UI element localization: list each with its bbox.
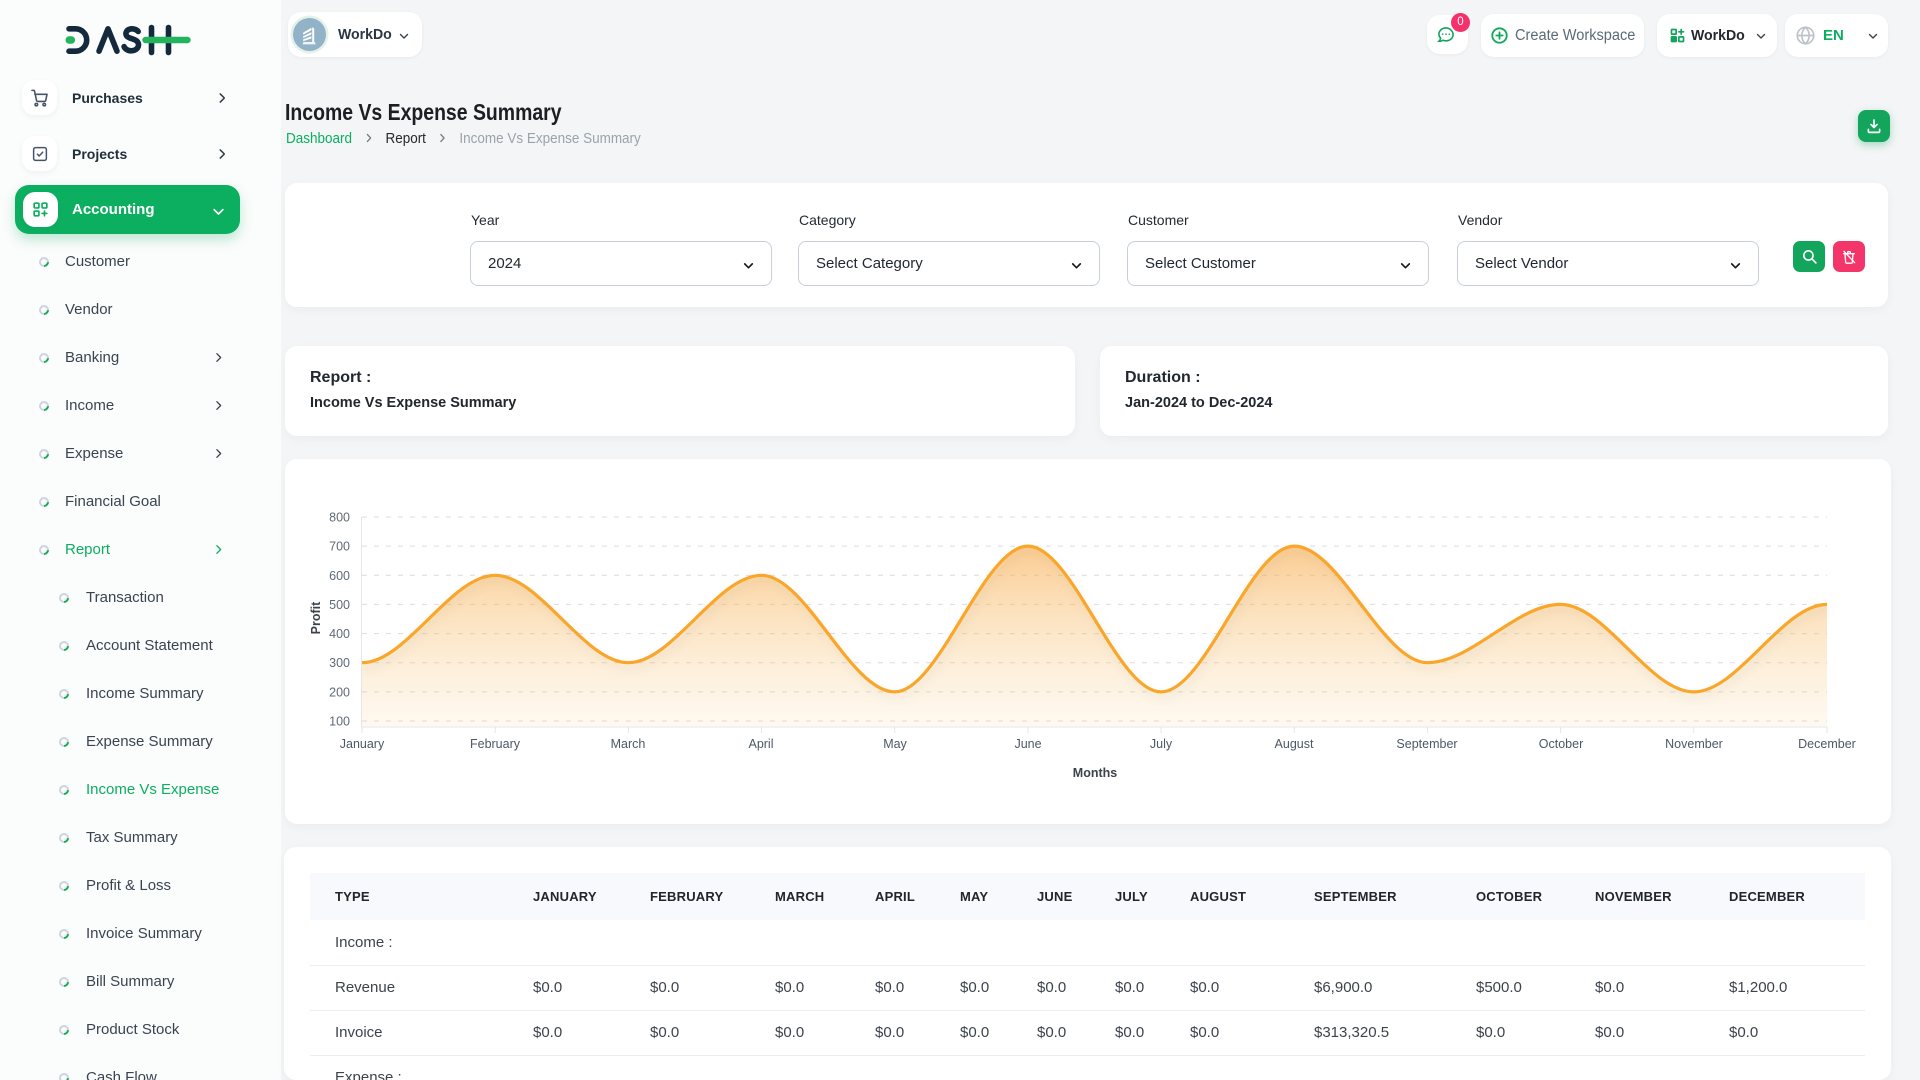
svg-text:May: May <box>883 737 907 751</box>
svg-text:100: 100 <box>329 715 350 729</box>
svg-text:600: 600 <box>329 569 350 583</box>
svg-text:Profit: Profit <box>309 601 323 634</box>
svg-text:700: 700 <box>329 540 350 554</box>
svg-text:300: 300 <box>329 656 350 670</box>
svg-text:April: April <box>748 737 773 751</box>
svg-text:August: August <box>1275 737 1314 751</box>
svg-text:500: 500 <box>329 598 350 612</box>
svg-text:January: January <box>340 737 385 751</box>
svg-text:December: December <box>1798 737 1856 751</box>
svg-text:November: November <box>1665 737 1723 751</box>
svg-text:September: September <box>1396 737 1457 751</box>
svg-text:200: 200 <box>329 685 350 699</box>
svg-text:March: March <box>611 737 646 751</box>
svg-text:June: June <box>1014 737 1041 751</box>
svg-text:Months: Months <box>1073 766 1117 780</box>
svg-text:July: July <box>1150 737 1173 751</box>
svg-text:400: 400 <box>329 627 350 641</box>
svg-text:800: 800 <box>329 511 350 525</box>
svg-text:October: October <box>1539 737 1583 751</box>
svg-text:February: February <box>470 737 521 751</box>
